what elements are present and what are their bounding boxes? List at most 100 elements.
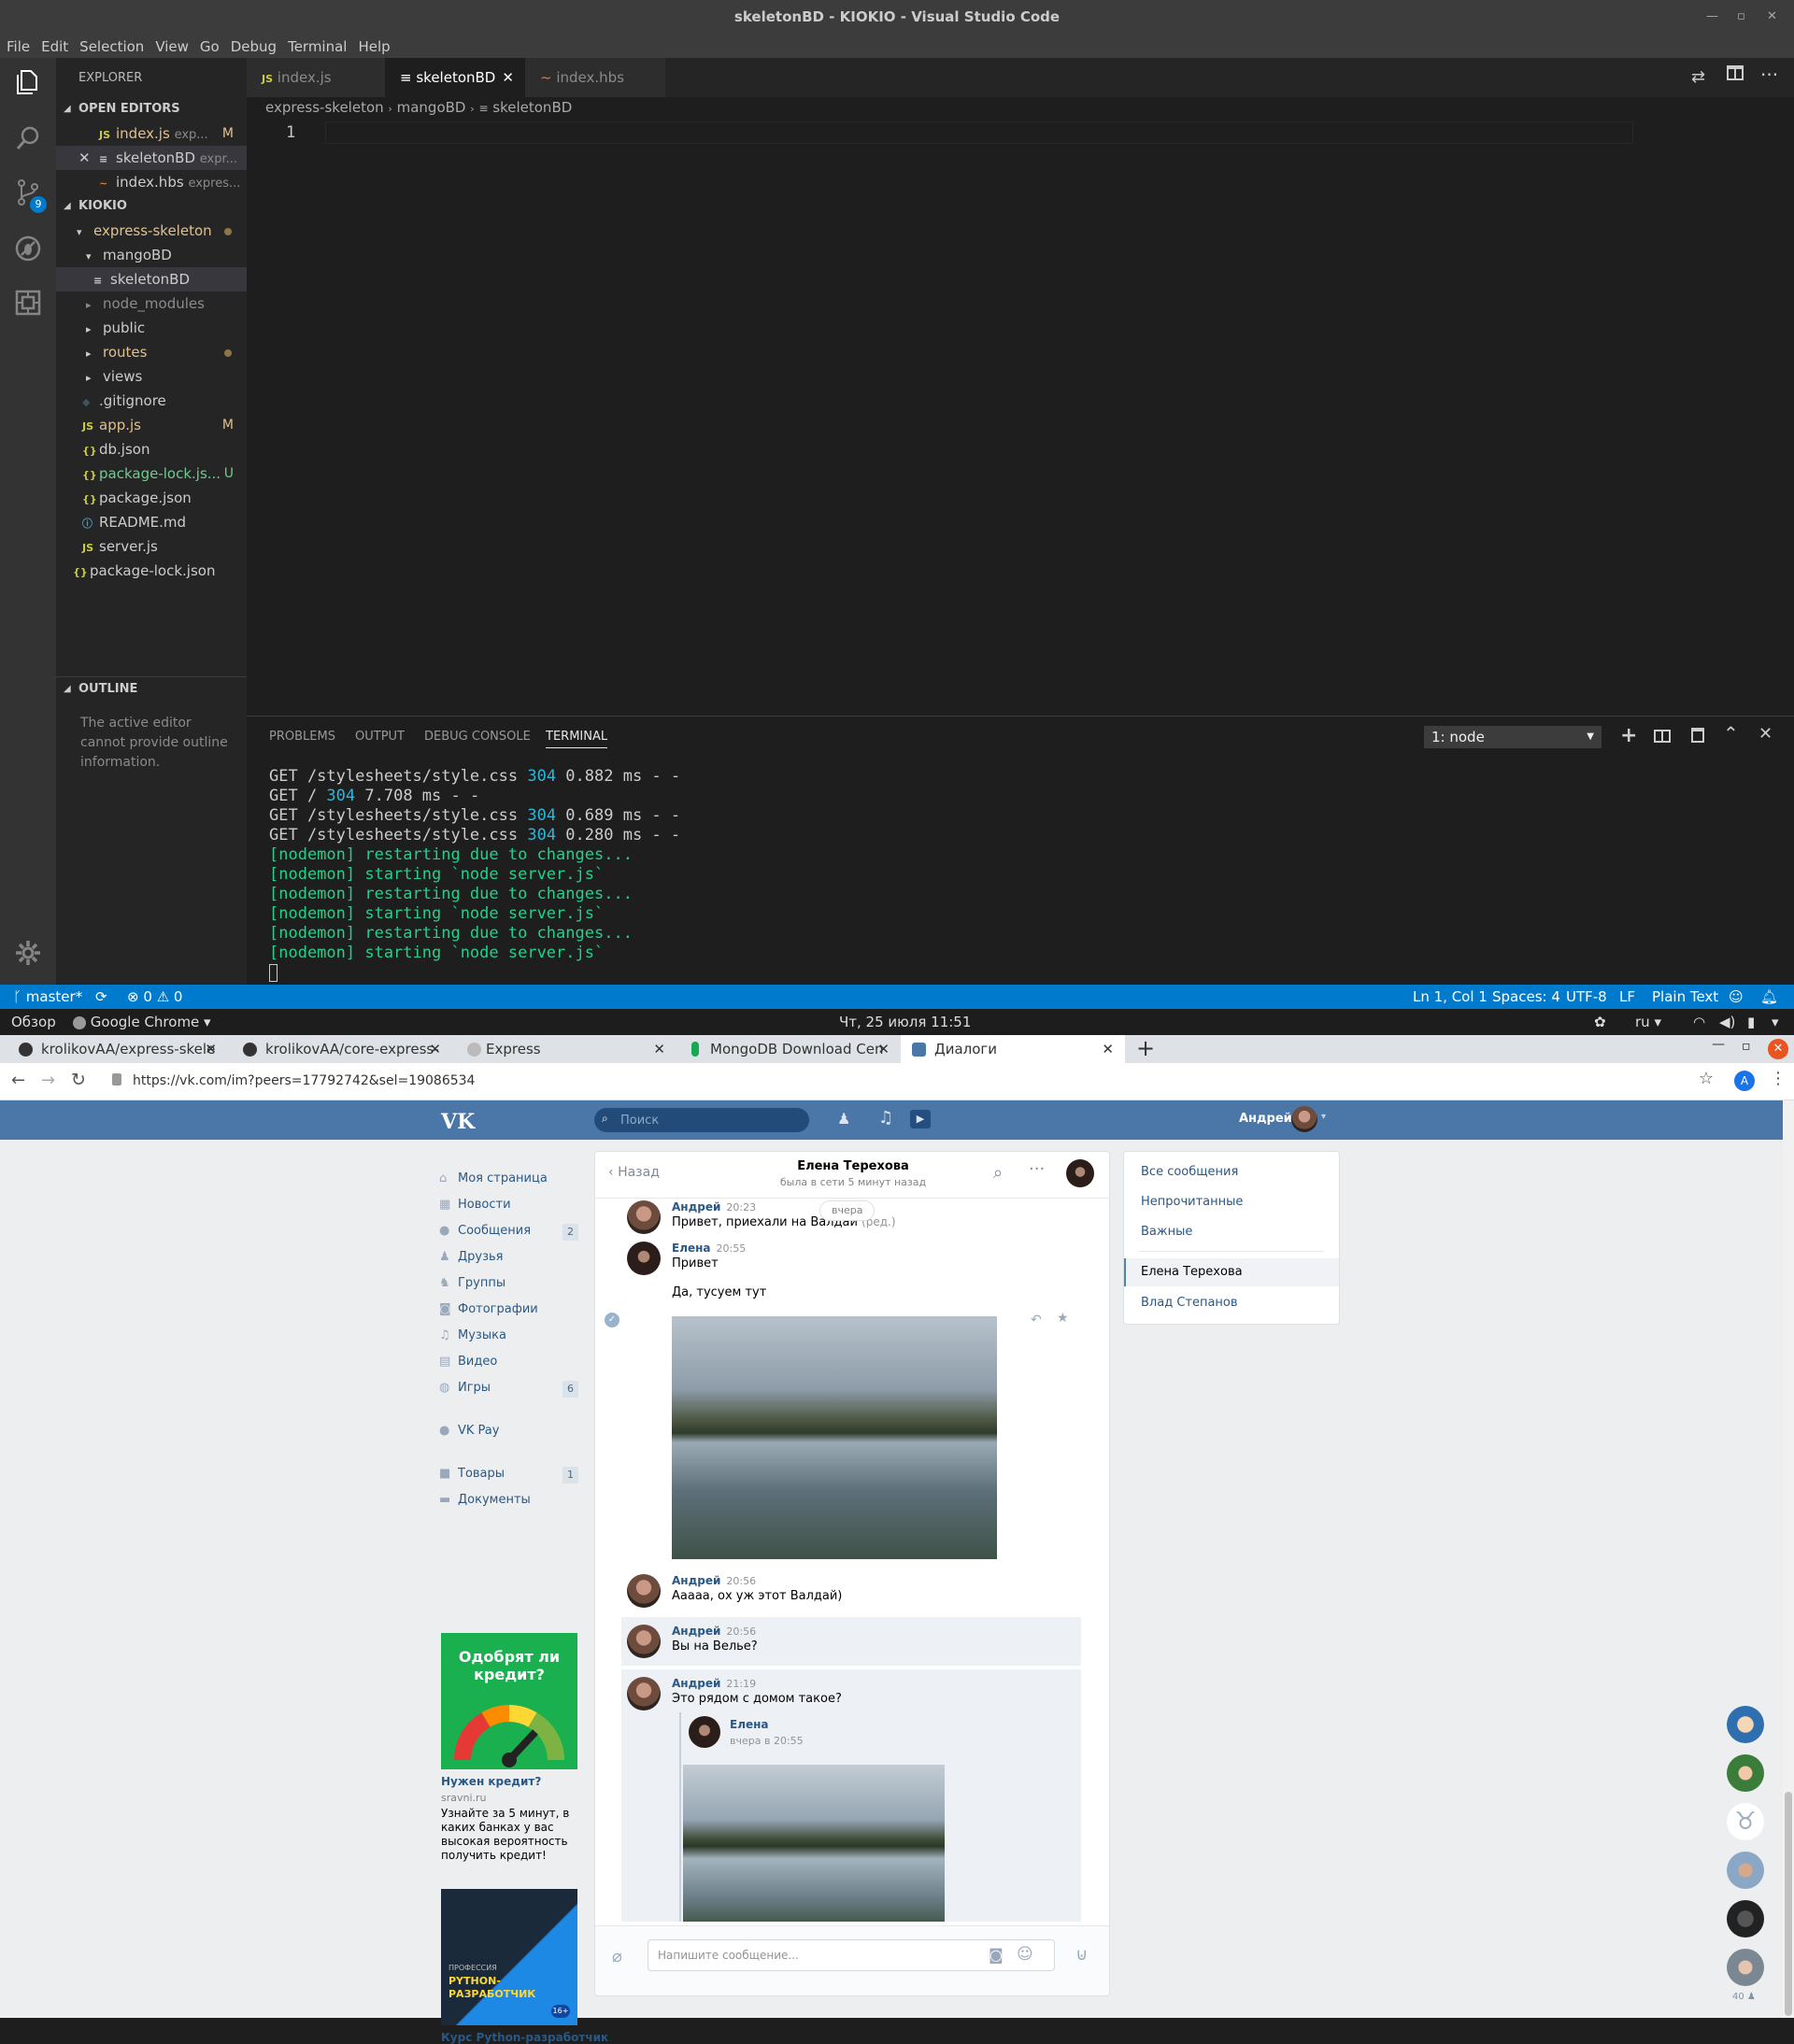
search-icon[interactable]: ⌕ <box>993 1163 1003 1183</box>
msg-author[interactable]: Елена 20:55 <box>672 1242 746 1255</box>
extensions-icon[interactable] <box>11 288 45 321</box>
avatar[interactable] <box>627 1625 661 1658</box>
close-panel-icon[interactable]: ✕ <box>1758 724 1773 744</box>
browser-tab-active[interactable]: Диалоги ✕ <box>901 1035 1125 1063</box>
avatar[interactable] <box>1727 1852 1764 1889</box>
avatar[interactable] <box>1727 1706 1764 1743</box>
tree-package-lock-js[interactable]: {} package-lock.js... U <box>56 461 247 486</box>
fwd-author[interactable]: Елена <box>730 1718 769 1731</box>
close-icon[interactable]: ✕ <box>1767 0 1777 34</box>
ad-text[interactable]: Узнайте за 5 минут, в каких банках у вас… <box>441 1807 579 1863</box>
gear-icon[interactable] <box>11 938 45 972</box>
profile-avatar[interactable]: A <box>1734 1071 1755 1091</box>
close-icon[interactable]: ✕ <box>502 58 514 97</box>
ad-banner-credit[interactable]: Одобрят ли кредит? <box>441 1633 577 1769</box>
trash-icon[interactable] <box>1691 728 1704 743</box>
tab-index-hbs[interactable]: ~ index.hbs <box>525 58 665 97</box>
breadcrumb-item[interactable]: express-skeleton <box>265 99 384 116</box>
msg-author[interactable]: Андрей 20:56 <box>672 1574 756 1587</box>
bell-icon[interactable]: 🔔︎ <box>1760 985 1778 1009</box>
dialog-item[interactable]: Влад Степанов <box>1141 1296 1238 1310</box>
source-control-icon[interactable]: 9 <box>11 177 47 213</box>
filter-all[interactable]: Все сообщения <box>1141 1165 1238 1179</box>
user-avatar[interactable] <box>1291 1106 1317 1132</box>
avatar[interactable] <box>627 1242 661 1275</box>
address-bar[interactable]: https://vk.com/im?peers=17792742&sel=190… <box>103 1067 1732 1097</box>
message-input[interactable]: Напишите сообщение... ◙ ☺ <box>648 1939 1055 1971</box>
panel-tab-terminal[interactable]: TERMINAL <box>546 730 608 748</box>
app-menu[interactable]: Google Chrome ▾ <box>73 1009 211 1035</box>
menu-go[interactable]: Go <box>193 34 224 55</box>
indentation[interactable]: Spaces: 4 <box>1492 985 1560 1009</box>
panel-tab-output[interactable]: OUTPUT <box>355 730 405 744</box>
editor-area[interactable]: 1 <box>247 120 1794 717</box>
restore-icon[interactable]: ▫ <box>1737 0 1745 34</box>
open-editors-header[interactable]: ◢ OPEN EDITORS <box>56 97 247 121</box>
minimize-icon[interactable]: — <box>1712 1037 1725 1052</box>
restore-icon[interactable]: ▫ <box>1742 1039 1751 1054</box>
nav-vkpay[interactable]: ● VK Pay <box>439 1418 499 1444</box>
tree-app-js[interactable]: JS app.js M <box>56 413 247 437</box>
avatar[interactable] <box>1727 1900 1764 1938</box>
debug-icon[interactable] <box>11 234 45 267</box>
menu-edit[interactable]: Edit <box>35 34 73 55</box>
close-icon[interactable]: ✕ <box>1768 1039 1788 1059</box>
chevron-down-icon[interactable]: ▾ <box>1321 1112 1326 1122</box>
peer-avatar[interactable] <box>1066 1159 1094 1187</box>
microphone-icon[interactable]: ⊍ <box>1075 1945 1088 1965</box>
nav-documents[interactable]: ▬ Документы <box>439 1487 531 1513</box>
tree-views[interactable]: ▸ views <box>56 364 247 389</box>
tree-db-json[interactable]: {} db.json <box>56 437 247 461</box>
tree-skeletonbd[interactable]: ≡ skeletonBD <box>56 267 247 291</box>
open-editor-index-hbs[interactable]: ~ index.hbs expres... <box>56 170 247 194</box>
avatar[interactable] <box>627 1574 661 1608</box>
vk-search[interactable]: ⌕ Поиск <box>594 1108 809 1132</box>
battery-icon[interactable]: ▮ <box>1747 1009 1755 1035</box>
cursor-position[interactable]: Ln 1, Col 1 <box>1413 985 1488 1009</box>
tree-readme[interactable]: ⓘ README.md <box>56 510 247 534</box>
nav-messages[interactable]: ● Сообщения 2 <box>439 1218 579 1244</box>
msg-author[interactable]: Андрей 20:56 <box>672 1625 756 1638</box>
panel-tab-debug-console[interactable]: DEBUG CONSOLE <box>424 730 531 744</box>
tab-skeletonbd[interactable]: ≡ skeletonBD ✕ <box>385 58 525 97</box>
system-menu-icon[interactable]: ▾ <box>1772 1009 1779 1035</box>
online-count[interactable]: 40 ♟ <box>1732 1992 1756 2002</box>
reload-icon[interactable]: ↻ <box>71 1070 86 1090</box>
tree-gitignore[interactable]: ◆ .gitignore <box>56 389 247 413</box>
nav-market[interactable]: ■ Товары 1 <box>439 1461 579 1487</box>
select-check-icon[interactable]: ✓ <box>605 1313 619 1327</box>
tree-mangobd[interactable]: ▾ mangoBD <box>56 243 247 267</box>
nav-music[interactable]: ♫ Музыка <box>439 1323 506 1349</box>
nav-groups[interactable]: ♞ Группы <box>439 1270 505 1297</box>
photo-attachment[interactable] <box>683 1765 945 1922</box>
workspace-header[interactable]: ◢ KIOKIO <box>56 194 247 219</box>
nav-friends[interactable]: ♟ Друзья <box>439 1244 504 1270</box>
filter-unread[interactable]: Непрочитанные <box>1141 1195 1243 1209</box>
menu-file[interactable]: File <box>0 34 35 55</box>
scrollbar-thumb[interactable] <box>1785 1792 1792 2016</box>
star-icon[interactable]: ★ <box>1057 1311 1069 1326</box>
attach-icon[interactable]: ⌀ <box>612 1947 622 1966</box>
tree-public[interactable]: ▸ public <box>56 316 247 340</box>
browser-tab[interactable]: krolikovAA/express-skele ✕ <box>0 1035 224 1063</box>
player-play-icon[interactable]: ▶ <box>910 1110 931 1128</box>
tree-package-lock-json[interactable]: {} package-lock.json <box>56 559 247 583</box>
scrollbar[interactable] <box>1783 1100 1794 2018</box>
tree-package-json[interactable]: {} package.json <box>56 486 247 510</box>
maximize-panel-icon[interactable]: ⌃ <box>1723 722 1739 745</box>
star-icon[interactable]: ☆ <box>1699 1069 1714 1088</box>
browser-tab[interactable]: krolikovAA/core-express- ✕ <box>224 1035 448 1063</box>
nav-photos[interactable]: ◙ Фотографии <box>439 1297 538 1323</box>
new-tab-button[interactable]: + <box>1136 1035 1155 1061</box>
menu-view[interactable]: View <box>149 34 193 55</box>
ad-banner-python[interactable]: ПРОФЕССИЯ PYTHON-РАЗРАБОТЧИК 16+ <box>441 1889 577 2025</box>
open-editor-skeletonbd[interactable]: ✕ ≡ skeletonBD expr... <box>56 146 247 170</box>
vk-logo[interactable]: VK <box>441 1110 475 1134</box>
open-editor-index-js[interactable]: JS index.js exp... M <box>56 121 247 146</box>
forward-icon[interactable]: → <box>41 1071 55 1090</box>
terminal-output[interactable]: GET /stylesheets/style.css 304 0.882 ms … <box>269 767 680 983</box>
tab-index-js[interactable]: JS index.js <box>247 58 385 97</box>
dialog-selected[interactable]: Елена Терехова <box>1124 1258 1339 1286</box>
menu-selection[interactable]: Selection <box>73 34 149 55</box>
avatar[interactable] <box>1727 1754 1764 1792</box>
